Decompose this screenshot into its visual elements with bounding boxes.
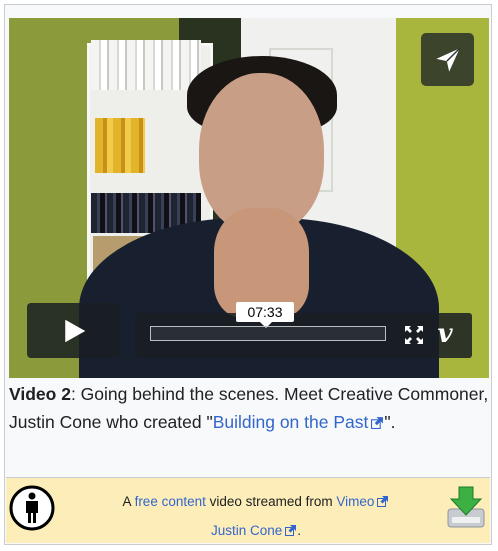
justin-cone-link[interactable]: Justin Cone (211, 523, 297, 538)
free-content-link[interactable]: free content (135, 494, 206, 509)
control-bar: 07:33 v (135, 302, 472, 358)
share-button[interactable] (421, 33, 474, 86)
paper-plane-icon (435, 47, 460, 72)
progress-bar[interactable] (150, 326, 386, 341)
external-link-icon (371, 417, 384, 429)
play-icon (64, 319, 85, 342)
vimeo-logo-icon[interactable]: v (431, 320, 459, 348)
video-caption: Video 2: Going behind the scenes. Meet C… (9, 380, 489, 436)
media-footer: A free content video streamed from Vimeo… (6, 477, 490, 543)
play-button[interactable] (27, 303, 120, 358)
video-player[interactable]: 07:33 v (9, 18, 489, 378)
fullscreen-icon[interactable] (404, 325, 424, 345)
vimeo-link[interactable]: Vimeo (336, 494, 389, 509)
external-link-icon (377, 496, 389, 507)
building-on-the-past-link[interactable]: Building on the Past (213, 412, 385, 432)
player-controls: 07:33 v (22, 302, 472, 358)
footer-text: A free content video streamed from Vimeo… (96, 487, 416, 545)
download-icon[interactable] (446, 483, 486, 531)
time-tooltip: 07:33 (236, 302, 294, 328)
external-link-icon (285, 525, 297, 536)
caption-label: Video 2 (9, 384, 71, 404)
caption-end: ". (384, 412, 396, 432)
accessibility-icon (9, 485, 55, 531)
